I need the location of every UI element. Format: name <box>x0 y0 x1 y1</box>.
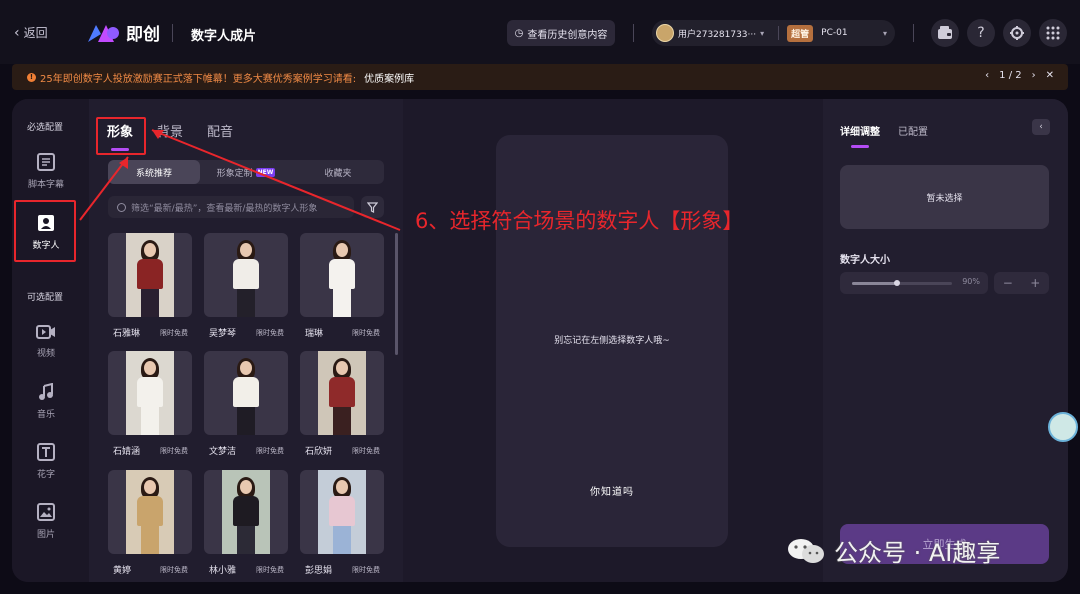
wechat-icon <box>788 538 824 563</box>
watermark: 公众号 · AI趣享 <box>786 533 1000 568</box>
assistant-float-button[interactable] <box>1048 412 1078 442</box>
annotation-arrow <box>79 156 129 221</box>
annotation-arrow <box>151 129 401 231</box>
annotation-text: 6、选择符合场景的数字人【形象】 <box>415 209 744 233</box>
watermark-text: 公众号 · AI趣享 <box>834 539 1001 567</box>
annotation-arrows <box>79 129 401 231</box>
